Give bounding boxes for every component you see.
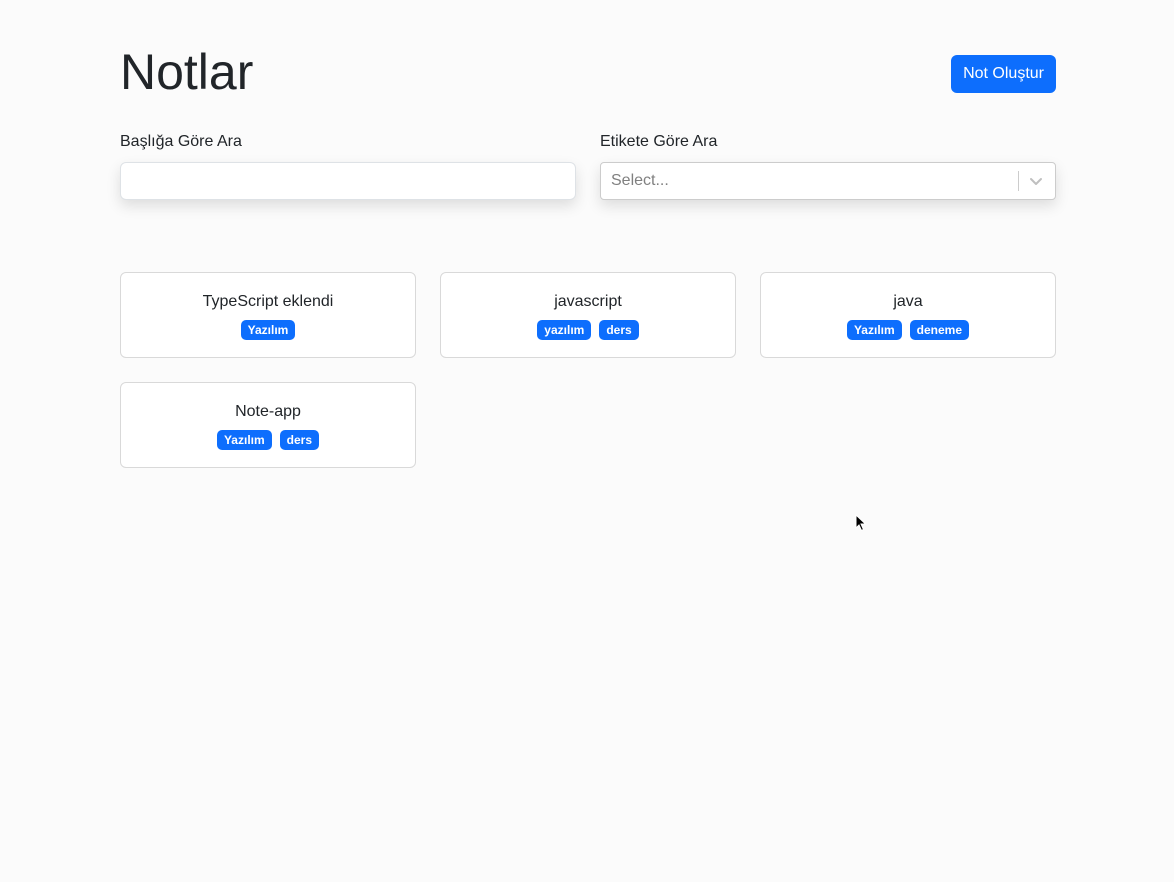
tag-badge: Yazılım [240, 320, 296, 340]
note-title: Note-app [235, 403, 301, 420]
title-search-input[interactable] [120, 162, 576, 200]
note-title: TypeScript eklendi [202, 293, 334, 310]
note-title: javascript [554, 293, 622, 310]
note-card[interactable]: Note-app Yazılım ders [120, 382, 416, 468]
tag-search-label: Etikete Göre Ara [600, 133, 718, 150]
tag-badge: ders [279, 430, 320, 450]
create-note-button[interactable]: Not Oluştur [951, 55, 1056, 93]
chevron-down-icon[interactable] [1027, 172, 1045, 190]
note-card[interactable]: TypeScript eklendi Yazılım [120, 272, 416, 358]
tag-badge: Yazılım [846, 320, 902, 340]
mouse-cursor-icon [855, 513, 867, 532]
tag-badge: ders [599, 320, 639, 340]
tag-badge: yazılım [537, 320, 592, 340]
tag-select[interactable]: Select... [600, 162, 1056, 200]
title-search-label: Başlığa Göre Ara [120, 133, 242, 150]
page-title: Notlar [120, 44, 254, 100]
note-title: java [893, 293, 923, 310]
tag-select-placeholder: Select... [611, 172, 669, 189]
select-separator [1018, 171, 1019, 191]
page-header: Notlar Not Oluştur [120, 40, 1056, 110]
title-filter: Başlığa Göre Ara [120, 132, 576, 200]
note-tags: yazılım ders [441, 320, 735, 340]
note-tags: Yazılım deneme [761, 320, 1055, 340]
note-card[interactable]: javascript yazılım ders [440, 272, 736, 358]
tag-badge: deneme [909, 320, 970, 340]
notes-page: Notlar Not Oluştur Başlığa Göre Ara Etik… [0, 0, 1174, 882]
tag-filter: Etikete Göre Ara Select... [600, 132, 1056, 200]
note-tags: Yazılım ders [121, 430, 415, 450]
tag-badge: Yazılım [216, 430, 272, 450]
note-card[interactable]: java Yazılım deneme [760, 272, 1056, 358]
note-tags: Yazılım [121, 320, 415, 340]
